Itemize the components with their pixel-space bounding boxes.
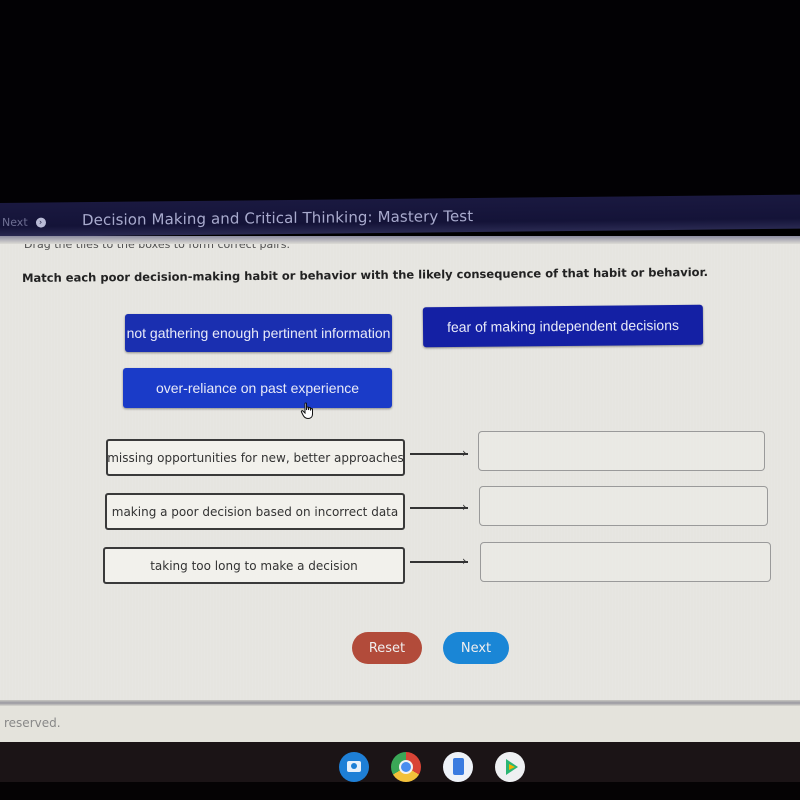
camera-icon[interactable]: [339, 752, 369, 782]
chrome-icon[interactable]: [391, 752, 421, 782]
next-arrow-icon: ›: [35, 217, 46, 228]
arrow-icon: ›: [410, 500, 472, 514]
reset-button[interactable]: Reset: [352, 632, 422, 664]
drop-target-box[interactable]: [480, 542, 771, 582]
arrow-icon: ›: [410, 446, 472, 460]
consequence-label: making a poor decision based on incorrec…: [105, 493, 405, 530]
consequence-label: missing opportunities for new, better ap…: [106, 439, 405, 476]
hand-pointer-cursor-icon: [300, 402, 313, 420]
drop-target-box[interactable]: [479, 486, 768, 526]
arrow-icon: ›: [410, 554, 472, 568]
next-button[interactable]: Next: [443, 632, 509, 664]
footer: reserved.: [0, 706, 800, 742]
screen-bezel-dark-area: [0, 0, 800, 203]
draggable-tile[interactable]: not gathering enough pertinent informati…: [125, 314, 392, 352]
nav-next-label: Next: [2, 215, 28, 229]
page-title: Decision Making and Critical Thinking: M…: [82, 207, 474, 230]
draggable-tile[interactable]: fear of making independent decisions: [422, 304, 704, 348]
docs-icon[interactable]: [443, 752, 473, 782]
copyright-text: reserved.: [4, 716, 61, 730]
play-store-icon[interactable]: [495, 752, 525, 782]
consequence-label: taking too long to make a decision: [103, 547, 405, 584]
screen-bezel-bottom: [0, 782, 800, 800]
title-bar: Next › Decision Making and Critical Thin…: [0, 194, 800, 237]
draggable-tile[interactable]: over-reliance on past experience: [123, 368, 392, 408]
header-shadow: [0, 236, 800, 244]
nav-next-link[interactable]: Next ›: [2, 216, 46, 229]
drop-target-box[interactable]: [478, 431, 765, 471]
